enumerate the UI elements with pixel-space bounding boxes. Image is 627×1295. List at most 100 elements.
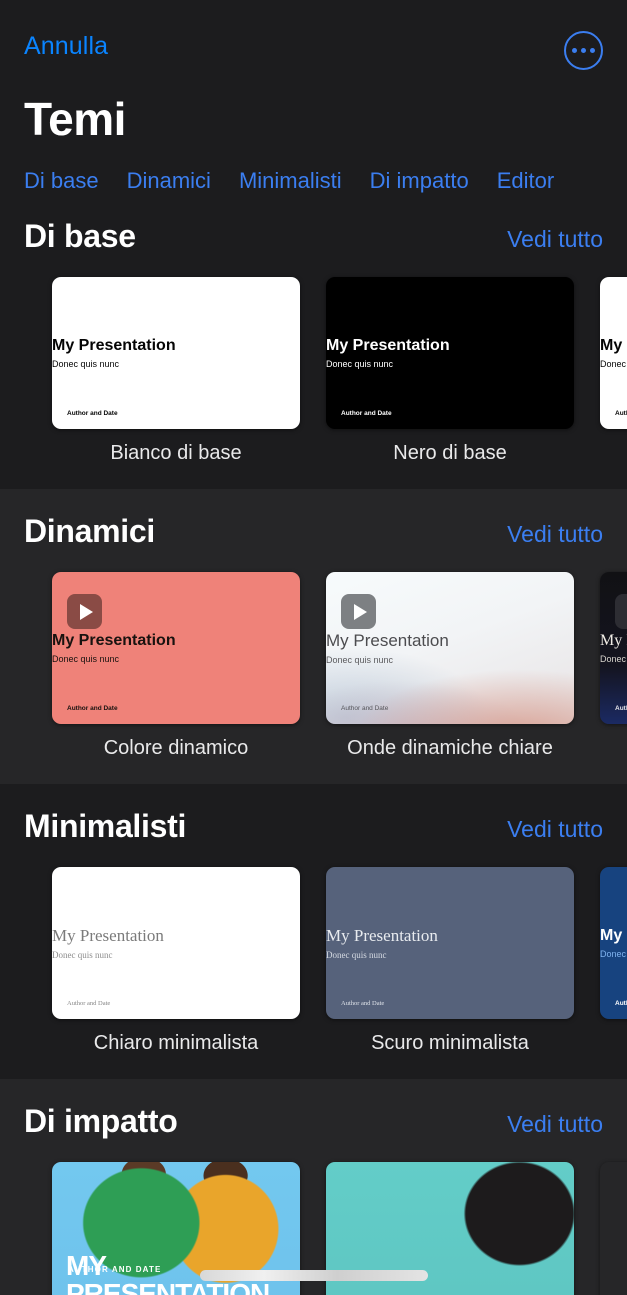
home-indicator[interactable]: [199, 1270, 428, 1281]
section-header: Di impatto Vedi tutto: [0, 1079, 627, 1140]
theme-cell[interactable]: My Presentation Donec quis nunc Author and…: [52, 277, 300, 465]
slide-title: My Presentation: [600, 337, 627, 354]
slide-title: My Presentation: [600, 632, 627, 649]
theme-cell[interactable]: [600, 1162, 627, 1295]
play-icon: [67, 594, 102, 629]
cancel-button[interactable]: Annulla: [24, 34, 108, 59]
slide-author: Author and Date: [67, 705, 118, 712]
slide-title: My Presentation: [326, 926, 438, 945]
tab-di-impatto[interactable]: Di impatto: [370, 168, 469, 194]
slide-title: My Presentation: [52, 632, 176, 649]
play-icon: [341, 594, 376, 629]
slide-subtitle: Donec quis nunc: [326, 358, 394, 369]
theme-carousel[interactable]: My Presentation Donec quis nunc Author and…: [0, 550, 627, 760]
slide-author: Author and Date: [615, 410, 627, 417]
slide-title: My Presentation: [600, 927, 627, 944]
slide-text-block: My Presentation Donec quis nunc: [326, 631, 574, 665]
slide-title: My Presentation: [52, 926, 164, 945]
slide-text-block: My Presentation Donec quis nunc: [326, 337, 574, 369]
page-title: Temi: [24, 93, 126, 145]
slide-text-block: My Presentation Donec quis nunc: [600, 337, 627, 369]
slide-title: My Presentation: [326, 337, 450, 354]
tab-di-base[interactable]: Di base: [24, 168, 99, 194]
theme-thumbnail[interactable]: My Presentation Donec quis nunc Author and…: [52, 867, 300, 1019]
theme-caption: Onde dinamiche chiare: [347, 737, 553, 759]
see-all-link[interactable]: Vedi tutto: [507, 521, 603, 548]
theme-thumbnail[interactable]: My Presentation Donec quis nunc Author and…: [326, 277, 574, 429]
slide-author: Author and Date: [615, 705, 627, 712]
see-all-link[interactable]: Vedi tutto: [507, 1111, 603, 1138]
play-icon: [615, 594, 627, 629]
dot-3: [590, 48, 595, 53]
theme-caption: Colore dinamico: [103, 737, 249, 759]
slide-author: Author and Date: [67, 1000, 111, 1007]
theme-cell[interactable]: My Presentation Donec quis nunc Author and…: [600, 572, 627, 760]
slide-author: Author and Date: [615, 1000, 627, 1007]
tab-minimalisti[interactable]: Minimalisti: [239, 168, 342, 194]
themes-screen: Annulla Temi Di base Dinamici Minimalist…: [0, 0, 627, 1295]
see-all-link[interactable]: Vedi tutto: [507, 816, 603, 843]
navigation-bar: Annulla: [0, 0, 627, 100]
section-title: Minimalisti: [24, 808, 187, 844]
slide-text-block: My Presentation Donec quis nunc: [52, 632, 300, 664]
play-triangle: [354, 603, 367, 620]
ellipsis-circle-icon[interactable]: [564, 31, 603, 70]
theme-cell[interactable]: My Presentation Donec quis nunc Author and…: [326, 572, 574, 760]
slide-author: Author and Date: [341, 410, 392, 417]
theme-cell[interactable]: My Presentation Donec quis nunc Author and…: [52, 867, 300, 1055]
slide-author: Author and Date: [67, 410, 118, 417]
section-header: Dinamici Vedi tutto: [0, 489, 627, 550]
slide-author: Author and Date: [341, 705, 389, 712]
theme-thumbnail[interactable]: My Presentation Donec quis nunc Author and…: [600, 572, 627, 724]
slide-author: Author and Date: [341, 1000, 385, 1007]
theme-thumbnail[interactable]: My Presentation Donec quis nunc Author and…: [326, 572, 574, 724]
slide-text-block: My Presentation Donec quis nunc: [326, 926, 574, 960]
section-title: Di impatto: [24, 1103, 178, 1139]
section-header: Di base Vedi tutto: [0, 194, 627, 255]
theme-cell[interactable]: My Presentation Donec quis nunc Author and…: [600, 277, 627, 465]
slide-subtitle: Donec quis nunc: [600, 653, 627, 664]
theme-thumbnail[interactable]: My Presentation Donec quis nunc Author and…: [326, 867, 574, 1019]
see-all-link[interactable]: Vedi tutto: [507, 226, 603, 253]
slide-text-block: My Presentation Donec quis nunc: [52, 337, 300, 369]
dot-1: [572, 48, 577, 53]
slide-subtitle: Donec quis nunc: [52, 949, 113, 960]
slide-subtitle: Donec quis nunc: [52, 358, 120, 369]
slide-text-block: My Presentation Donec quis nunc: [600, 632, 627, 664]
theme-caption: Scuro minimalista: [371, 1032, 529, 1054]
slide-subtitle: Donec quis nunc: [326, 949, 387, 960]
theme-thumbnail[interactable]: [600, 1162, 627, 1295]
tab-dinamici[interactable]: Dinamici: [127, 168, 211, 194]
slide-subtitle: Donec quis nunc: [600, 948, 627, 959]
theme-section: Di base Vedi tutto My Presentation Donec qu…: [0, 194, 627, 489]
theme-thumbnail[interactable]: My Presentation Donec quis nunc Author and…: [600, 277, 627, 429]
category-tabs[interactable]: Di base Dinamici Minimalisti Di impatto …: [0, 146, 627, 194]
theme-thumbnail[interactable]: My Presentation Donec quis nunc Author and…: [52, 572, 300, 724]
section-header: Minimalisti Vedi tutto: [0, 784, 627, 845]
slide-text-block: My Presentation Donec quis nunc: [52, 926, 300, 960]
theme-cell[interactable]: My Presentation Donec quis nunc Author and…: [326, 867, 574, 1055]
theme-thumbnail[interactable]: My Presentation Donec quis nunc Author and…: [52, 277, 300, 429]
theme-carousel[interactable]: My Presentation Donec quis nunc Author and…: [0, 845, 627, 1055]
theme-cell[interactable]: My Presentation Donec quis nunc Author and…: [326, 277, 574, 465]
theme-caption: Chiaro minimalista: [93, 1032, 259, 1054]
slide-subtitle: Donec quis nunc: [600, 358, 627, 369]
play-triangle: [80, 603, 93, 620]
theme-cell[interactable]: My Presentation Donec quis nunc Author and…: [52, 572, 300, 760]
theme-section: Dinamici Vedi tutto My Presentation Donec q…: [0, 489, 627, 784]
slide-subtitle: Donec quis nunc: [52, 653, 120, 664]
slide-text-block: My Presentation Donec quis nunc: [600, 927, 627, 959]
theme-carousel[interactable]: My Presentation Donec quis nunc Author and…: [0, 255, 627, 465]
theme-cell[interactable]: My Presentation Donec quis nunc Author and…: [600, 867, 627, 1055]
section-title: Di base: [24, 218, 136, 254]
theme-section: Di impatto Vedi tutto AUTHOR AND DATE MY PR…: [0, 1079, 627, 1295]
tab-editoriali[interactable]: Editor: [497, 168, 554, 194]
theme-thumbnail[interactable]: My Presentation Donec quis nunc Author and…: [600, 867, 627, 1019]
theme-caption: Bianco di base: [110, 442, 242, 464]
slide-title: My Presentation: [52, 337, 176, 354]
sections-list: Di base Vedi tutto My Presentation Donec qu…: [0, 194, 627, 1295]
theme-caption: Nero di base: [393, 442, 507, 464]
slide-subtitle: Donec quis nunc: [326, 654, 394, 665]
